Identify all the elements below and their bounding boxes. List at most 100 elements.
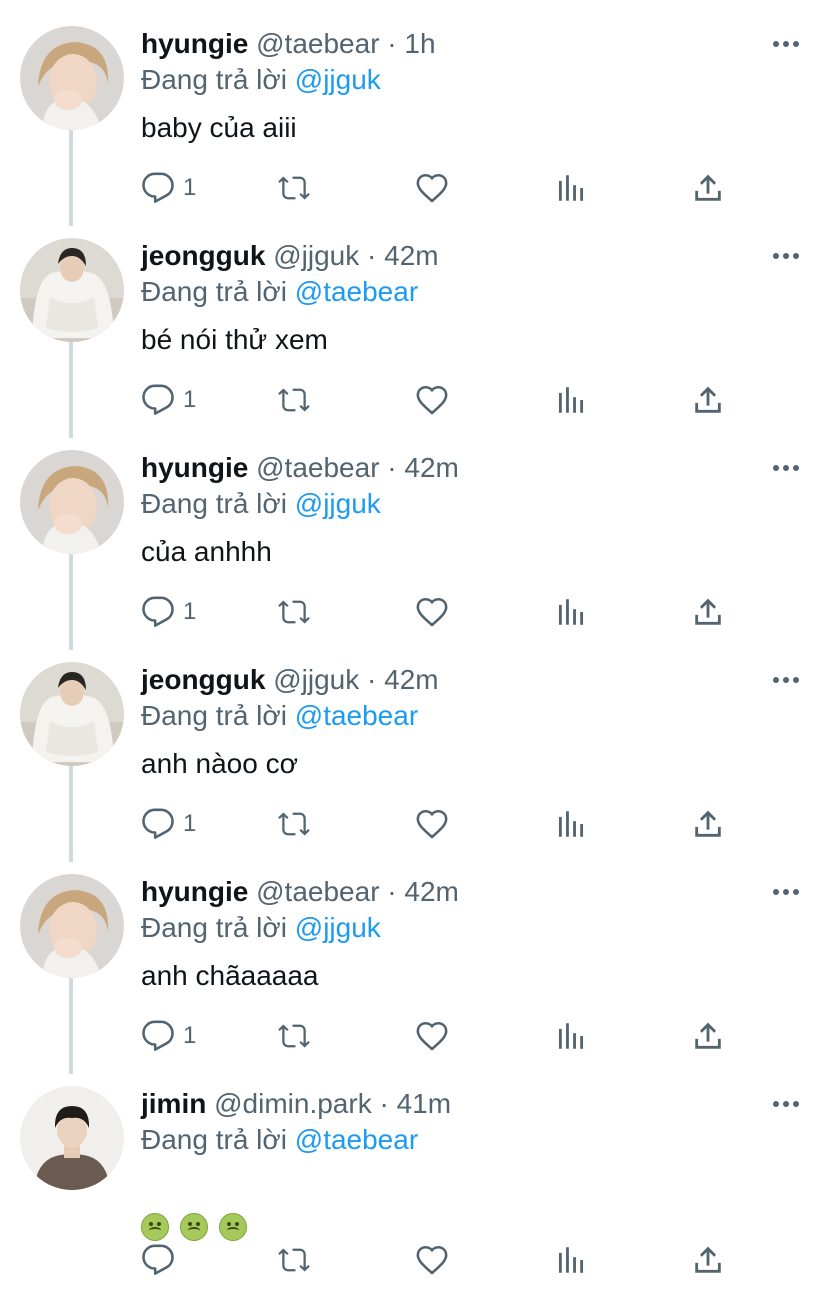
nauseated-face-icon — [141, 1213, 169, 1241]
avatar[interactable] — [20, 238, 124, 342]
tweet-header: hyungie @taebear · 42m — [141, 450, 459, 486]
like-button[interactable] — [415, 1016, 449, 1056]
views-button[interactable] — [554, 592, 588, 632]
display-name[interactable]: hyungie — [141, 28, 248, 59]
reply-icon — [142, 172, 174, 203]
replying-prefix: Đang trả lời — [141, 488, 287, 519]
tweet[interactable]: hyungie @taebear · 1h Đang trả lời @jjgu… — [0, 0, 828, 226]
user-handle[interactable]: @taebear — [256, 876, 379, 907]
timestamp[interactable]: · 1h — [387, 28, 435, 59]
timestamp[interactable]: · 42m — [367, 664, 439, 695]
mention-link[interactable]: @jjguk — [295, 488, 381, 519]
tweet-text: anh nàoo cơ — [141, 748, 298, 779]
views-button[interactable] — [554, 1016, 588, 1056]
share-button[interactable] — [691, 1240, 725, 1280]
share-button[interactable] — [691, 168, 725, 208]
tweet[interactable]: jeongguk @jjguk · 42m Đang trả lời @taeb… — [0, 636, 828, 862]
avatar[interactable] — [20, 662, 124, 766]
share-button[interactable] — [691, 380, 725, 420]
avatar[interactable] — [20, 26, 124, 130]
timestamp[interactable]: · 42m — [367, 240, 439, 271]
tweet[interactable]: hyungie @taebear · 42m Đang trả lời @jjg… — [0, 424, 828, 650]
mention-link[interactable]: @taebear — [295, 1124, 418, 1155]
tweet[interactable]: jeongguk @jjguk · 42m Đang trả lời @taeb… — [0, 212, 828, 438]
retweet-button[interactable] — [276, 592, 312, 632]
user-handle[interactable]: @taebear — [256, 28, 379, 59]
heart-icon — [416, 1245, 448, 1275]
like-button[interactable] — [415, 1240, 449, 1280]
replying-to: Đang trả lời @jjguk — [141, 62, 381, 98]
views-button[interactable] — [554, 1240, 588, 1280]
tweet-header: jeongguk @jjguk · 42m — [141, 238, 439, 274]
display-name[interactable]: hyungie — [141, 452, 248, 483]
user-handle[interactable]: @jjguk — [273, 664, 359, 695]
more-dots-icon[interactable] — [772, 248, 800, 264]
views-button[interactable] — [554, 168, 588, 208]
reply-button[interactable]: 1 — [141, 1016, 196, 1056]
reply-count: 1 — [183, 386, 197, 413]
mention-link[interactable]: @jjguk — [295, 912, 381, 943]
share-icon — [695, 386, 721, 413]
retweet-button[interactable] — [276, 1240, 312, 1280]
replying-to: Đang trả lời @taebear — [141, 698, 418, 734]
mention-link[interactable]: @jjguk — [295, 64, 381, 95]
mention-link[interactable]: @taebear — [295, 700, 418, 731]
avatar[interactable] — [20, 450, 124, 554]
user-handle[interactable]: @taebear — [256, 452, 379, 483]
bar-chart-icon — [558, 599, 584, 625]
tweet[interactable]: hyungie @taebear · 42m Đang trả lời @jjg… — [0, 848, 828, 1074]
retweet-button[interactable] — [276, 1016, 312, 1056]
share-icon — [695, 174, 721, 201]
share-button[interactable] — [691, 592, 725, 632]
user-handle[interactable]: @jjguk — [273, 240, 359, 271]
reply-count: 1 — [183, 174, 197, 201]
retweet-button[interactable] — [276, 804, 312, 844]
like-button[interactable] — [415, 804, 449, 844]
reply-button[interactable]: 1 — [141, 380, 196, 420]
display-name[interactable]: jeongguk — [141, 240, 265, 271]
retweet-button[interactable] — [276, 380, 312, 420]
more-dots-icon[interactable] — [772, 36, 800, 52]
heart-icon — [416, 597, 448, 627]
share-button[interactable] — [691, 804, 725, 844]
reply-button[interactable]: 1 — [141, 592, 196, 632]
display-name[interactable]: hyungie — [141, 876, 248, 907]
more-dots-icon[interactable] — [772, 1096, 800, 1112]
more-dots-icon[interactable] — [772, 460, 800, 476]
views-button[interactable] — [554, 804, 588, 844]
retweet-icon — [278, 1024, 310, 1048]
reply-count: 1 — [183, 810, 197, 837]
heart-icon — [416, 1021, 448, 1051]
more-dots-icon[interactable] — [772, 884, 800, 900]
views-button[interactable] — [554, 380, 588, 420]
tweet-actions: 1 — [141, 804, 741, 844]
more-dots-icon[interactable] — [772, 672, 800, 688]
timestamp[interactable]: · 42m — [387, 452, 459, 483]
nauseated-face-icon — [219, 1213, 247, 1241]
avatar[interactable] — [20, 1086, 124, 1190]
avatar[interactable] — [20, 874, 124, 978]
timestamp[interactable]: · 41m — [380, 1088, 452, 1119]
share-button[interactable] — [691, 1016, 725, 1056]
share-icon — [695, 810, 721, 837]
reply-button[interactable]: 1 — [141, 804, 196, 844]
nauseated-face-icon — [180, 1213, 208, 1241]
display-name[interactable]: jeongguk — [141, 664, 265, 695]
tweet-header: jimin @dimin.park · 41m — [141, 1086, 451, 1122]
reply-button[interactable]: 1 — [141, 168, 196, 208]
timestamp[interactable]: · 42m — [387, 876, 459, 907]
display-name[interactable]: jimin — [141, 1088, 206, 1119]
replying-prefix: Đang trả lời — [141, 1124, 287, 1155]
reply-button[interactable] — [141, 1240, 183, 1280]
like-button[interactable] — [415, 380, 449, 420]
share-icon — [695, 1022, 721, 1049]
retweet-button[interactable] — [276, 168, 312, 208]
tweet-actions: 1 — [141, 592, 741, 632]
tweet-header: jeongguk @jjguk · 42m — [141, 662, 439, 698]
like-button[interactable] — [415, 592, 449, 632]
replying-prefix: Đang trả lời — [141, 64, 287, 95]
like-button[interactable] — [415, 168, 449, 208]
user-handle[interactable]: @dimin.park — [214, 1088, 372, 1119]
tweet[interactable]: jimin @dimin.park · 41m Đang trả lời @ta… — [0, 1060, 828, 1300]
mention-link[interactable]: @taebear — [295, 276, 418, 307]
